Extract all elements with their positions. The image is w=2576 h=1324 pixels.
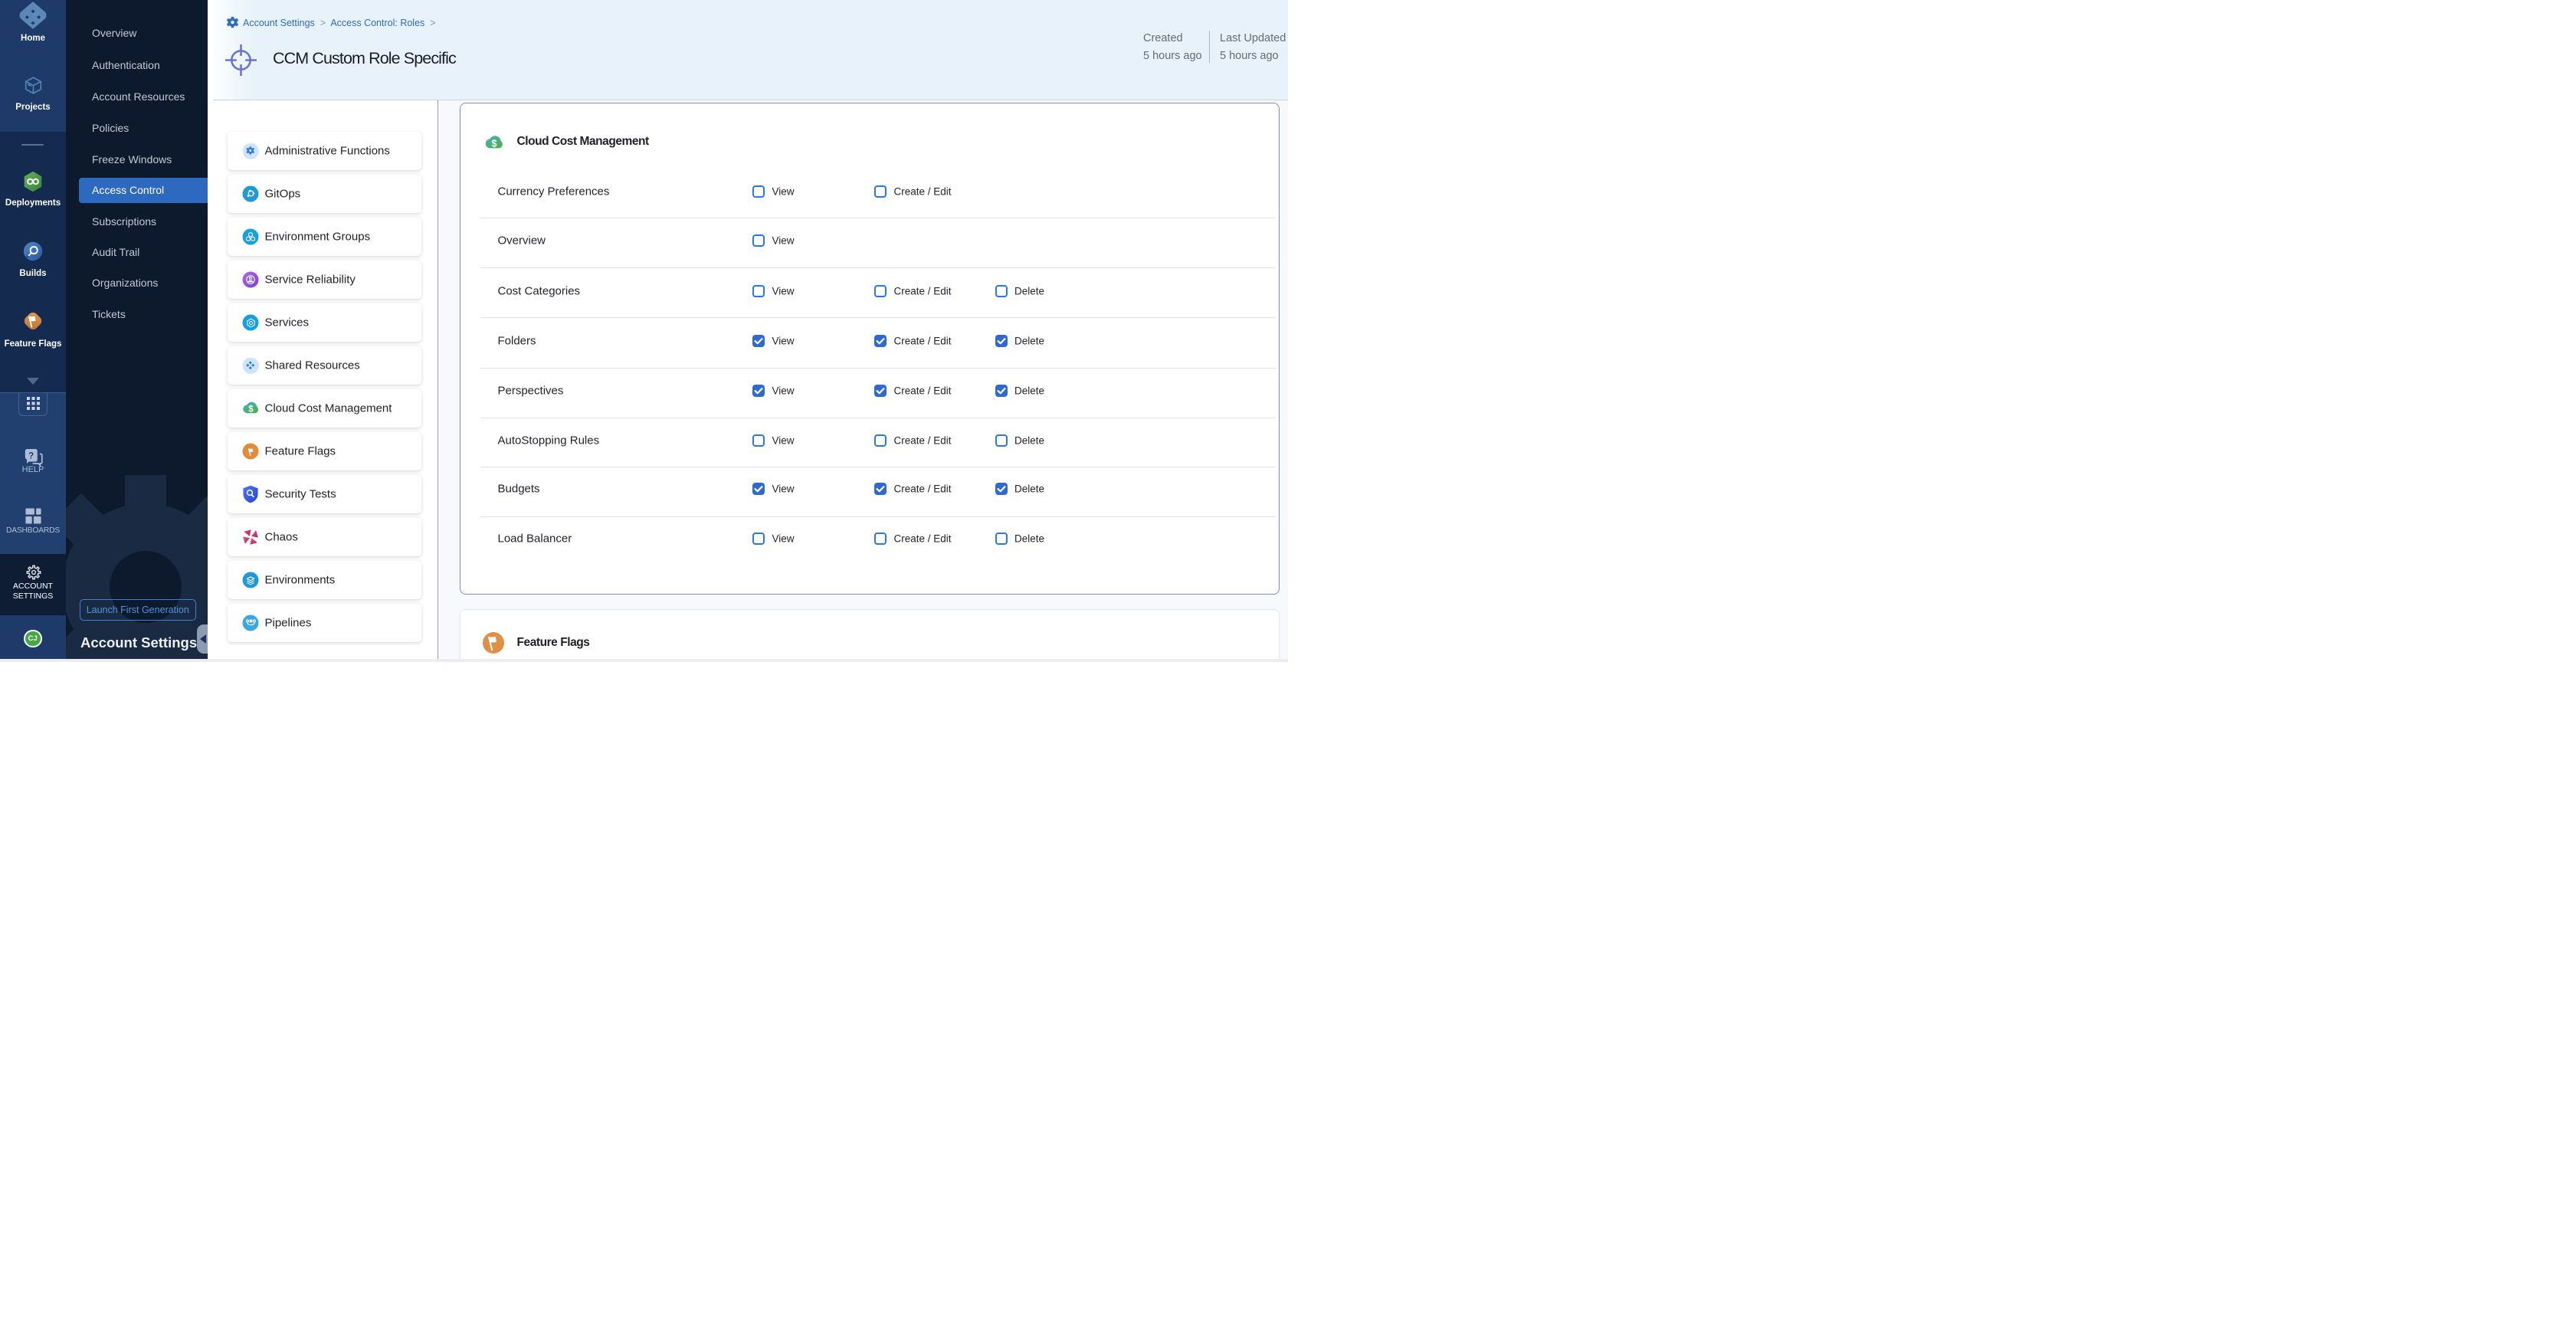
svg-text:$: $ [248,405,254,414]
svg-text:?: ? [28,452,34,461]
svg-text:$: $ [491,137,497,149]
